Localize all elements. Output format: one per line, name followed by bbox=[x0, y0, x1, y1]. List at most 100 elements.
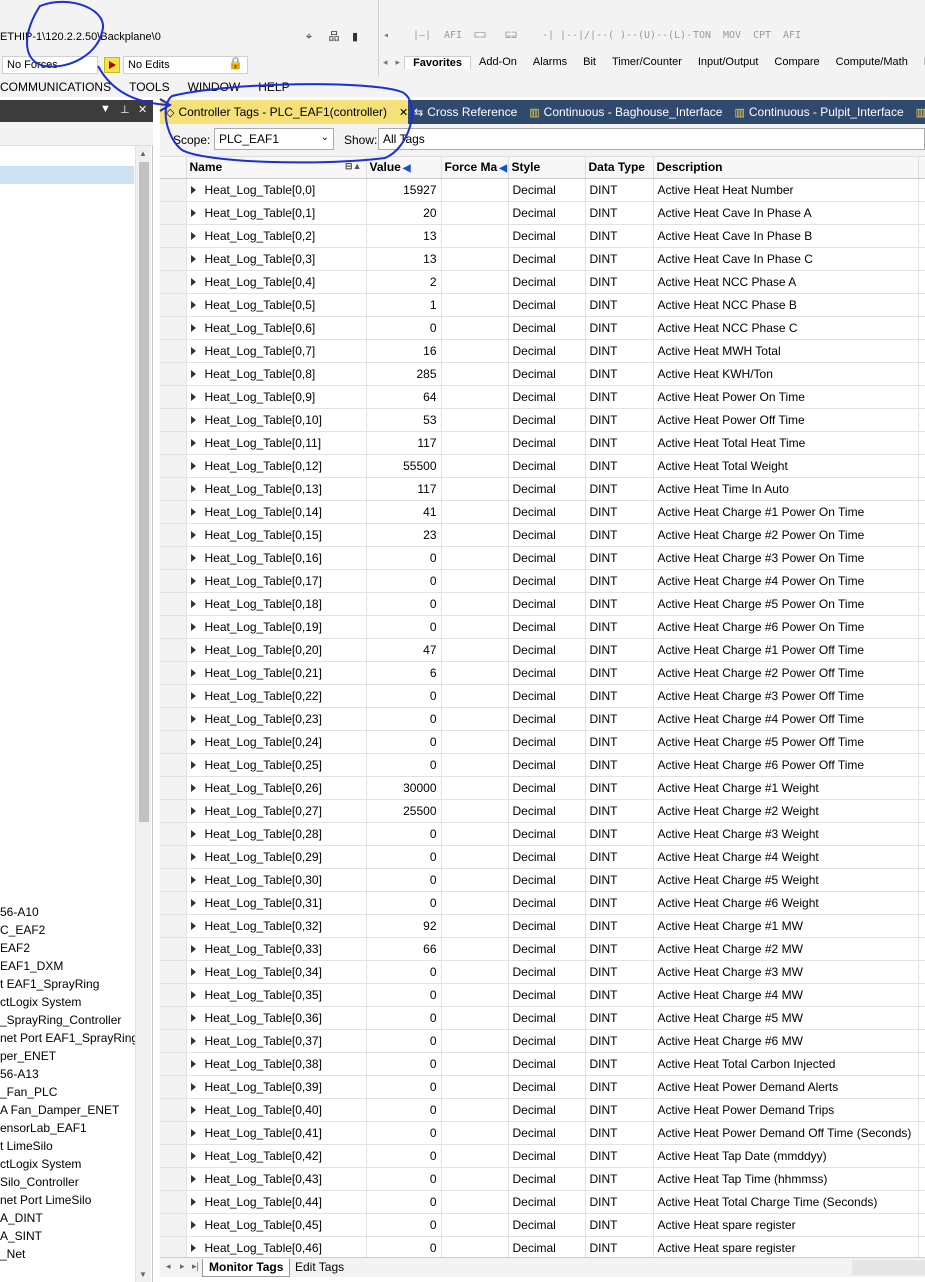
tag-name-cell[interactable]: Heat_Log_Table[0,42] bbox=[186, 1144, 367, 1168]
force-mask-cell[interactable] bbox=[441, 753, 509, 777]
tag-style[interactable]: Decimal bbox=[508, 684, 586, 708]
force-mask-cell[interactable] bbox=[441, 891, 509, 915]
tag-name-cell[interactable]: Heat_Log_Table[0,29] bbox=[186, 845, 367, 869]
tag-name-cell[interactable]: Heat_Log_Table[0,0] bbox=[186, 178, 367, 202]
force-mask-cell[interactable] bbox=[441, 1098, 509, 1122]
tab-monitor-tags[interactable]: Monitor Tags bbox=[202, 1259, 291, 1277]
tag-style[interactable]: Decimal bbox=[508, 431, 586, 455]
table-row[interactable]: Heat_Log_Table[0,31] 0 Decimal DINT Active H… bbox=[160, 891, 925, 915]
tree-item[interactable]: Silo_Controller bbox=[0, 1173, 79, 1191]
row-header[interactable] bbox=[160, 937, 187, 961]
tag-value[interactable]: 6 bbox=[366, 661, 442, 685]
expand-icon[interactable] bbox=[190, 324, 196, 333]
force-mask-cell[interactable] bbox=[441, 408, 509, 432]
expand-icon[interactable] bbox=[190, 830, 196, 839]
force-mask-cell[interactable] bbox=[441, 822, 509, 846]
expand-icon[interactable] bbox=[190, 1083, 196, 1092]
tabs-right-icon[interactable]: ▸ bbox=[392, 57, 405, 68]
expand-icon[interactable] bbox=[190, 462, 196, 471]
tag-style[interactable]: Decimal bbox=[508, 1190, 586, 1214]
tag-name-cell[interactable]: Heat_Log_Table[0,37] bbox=[186, 1029, 367, 1053]
tag-description[interactable]: Active Heat Charge #6 Weight bbox=[653, 891, 919, 915]
row-header[interactable] bbox=[160, 201, 187, 225]
scroll-left-icon[interactable]: ◂ bbox=[383, 30, 389, 41]
tag-description[interactable]: Active Heat Charge #2 Power Off Time bbox=[653, 661, 919, 685]
tag-value[interactable]: 0 bbox=[366, 1029, 442, 1053]
row-header[interactable] bbox=[160, 546, 187, 570]
tag-description[interactable]: Active Heat Total Charge Time (Seconds) bbox=[653, 1190, 919, 1214]
expand-icon[interactable] bbox=[190, 255, 196, 264]
tag-name-cell[interactable]: Heat_Log_Table[0,31] bbox=[186, 891, 367, 915]
tab-close-icon[interactable]: ✕ bbox=[399, 106, 408, 119]
row-header[interactable] bbox=[160, 845, 187, 869]
table-row[interactable]: Heat_Log_Table[0,28] 0 Decimal DINT Active H… bbox=[160, 822, 925, 846]
expand-icon[interactable] bbox=[190, 1221, 196, 1230]
row-header[interactable] bbox=[160, 362, 187, 386]
tag-style[interactable]: Decimal bbox=[508, 1006, 586, 1030]
menu-communications[interactable]: COMMUNICATIONS bbox=[0, 80, 120, 94]
table-row[interactable]: Heat_Log_Table[0,30] 0 Decimal DINT Active H… bbox=[160, 868, 925, 892]
tag-style[interactable]: Decimal bbox=[508, 776, 586, 800]
tree-item[interactable]: A Fan_Damper_ENET bbox=[0, 1101, 119, 1119]
expand-icon[interactable] bbox=[190, 784, 196, 793]
tag-value[interactable]: 0 bbox=[366, 1213, 442, 1237]
tag-description[interactable]: Active Heat NCC Phase C bbox=[653, 316, 919, 340]
expand-icon[interactable] bbox=[190, 899, 196, 908]
instr-ote[interactable]: -( )- bbox=[602, 30, 632, 41]
tag-description[interactable]: Active Heat Power Demand Off Time (Secon… bbox=[653, 1121, 919, 1145]
tag-description[interactable]: Active Heat Power Demand Trips bbox=[653, 1098, 919, 1122]
row-header[interactable] bbox=[160, 1075, 187, 1099]
forces-status[interactable]: No Forces bbox=[2, 56, 98, 74]
tag-description[interactable]: Active Heat Charge #3 MW bbox=[653, 960, 919, 984]
table-row[interactable]: Heat_Log_Table[0,21] 6 Decimal DINT Active H… bbox=[160, 661, 925, 685]
tag-description[interactable]: Active Heat Total Carbon Injected bbox=[653, 1052, 919, 1076]
tag-style[interactable]: Decimal bbox=[508, 1052, 586, 1076]
tag-name-cell[interactable]: Heat_Log_Table[0,17] bbox=[186, 569, 367, 593]
table-row[interactable]: Heat_Log_Table[0,14] 41 Decimal DINT Active … bbox=[160, 500, 925, 524]
tab-more[interactable]: M bbox=[916, 56, 925, 68]
tag-name-cell[interactable]: Heat_Log_Table[0,33] bbox=[186, 937, 367, 961]
force-mask-cell[interactable] bbox=[441, 477, 509, 501]
tag-description[interactable]: Active Heat Charge #3 Weight bbox=[653, 822, 919, 846]
table-row[interactable]: Heat_Log_Table[0,46] 0 Decimal DINT Active H… bbox=[160, 1236, 925, 1257]
tag-description[interactable]: Active Heat Heat Number bbox=[653, 178, 919, 202]
tree-item[interactable]: 56-A10 bbox=[0, 903, 39, 921]
tag-style[interactable]: Decimal bbox=[508, 500, 586, 524]
scroll-down-icon[interactable]: ▼ bbox=[139, 1270, 147, 1279]
row-header[interactable] bbox=[160, 477, 187, 501]
table-row[interactable]: Heat_Log_Table[0,26] 30000 Decimal DINT Acti… bbox=[160, 776, 925, 800]
tag-description[interactable]: Active Heat Charge #3 Power On Time bbox=[653, 546, 919, 570]
tree-item[interactable]: t EAF1_SprayRing bbox=[0, 975, 99, 993]
tag-value[interactable]: 0 bbox=[366, 983, 442, 1007]
tag-description[interactable]: Active Heat Charge #4 Weight bbox=[653, 845, 919, 869]
first-tab-icon[interactable]: ◂ bbox=[166, 1261, 171, 1272]
tag-name-cell[interactable]: Heat_Log_Table[0,38] bbox=[186, 1052, 367, 1076]
row-header[interactable] bbox=[160, 868, 187, 892]
tag-style[interactable]: Decimal bbox=[508, 891, 586, 915]
table-row[interactable]: Heat_Log_Table[0,40] 0 Decimal DINT Active H… bbox=[160, 1098, 925, 1122]
table-row[interactable]: Heat_Log_Table[0,20] 47 Decimal DINT Active … bbox=[160, 638, 925, 662]
expand-icon[interactable] bbox=[190, 209, 196, 218]
expand-icon[interactable] bbox=[190, 1106, 196, 1115]
expand-icon[interactable] bbox=[190, 715, 196, 724]
expand-icon[interactable] bbox=[190, 922, 196, 931]
force-mask-cell[interactable] bbox=[441, 684, 509, 708]
tag-value[interactable]: 285 bbox=[366, 362, 442, 386]
tag-style[interactable]: Decimal bbox=[508, 385, 586, 409]
expand-icon[interactable] bbox=[190, 301, 196, 310]
tree-item[interactable]: ctLogix System bbox=[0, 1155, 81, 1173]
horizontal-scrollbar[interactable] bbox=[852, 1260, 925, 1275]
menu-window[interactable]: WINDOW bbox=[179, 80, 250, 94]
tag-style[interactable]: Decimal bbox=[508, 753, 586, 777]
force-mask-cell[interactable] bbox=[441, 362, 509, 386]
branch-level-icon[interactable]: ⊑⊒ bbox=[505, 30, 517, 41]
tag-description[interactable]: Active Heat Charge #5 MW bbox=[653, 1006, 919, 1030]
force-mask-cell[interactable] bbox=[441, 960, 509, 984]
tag-description[interactable]: Active Heat Cave In Phase A bbox=[653, 201, 919, 225]
tag-style[interactable]: Decimal bbox=[508, 822, 586, 846]
tab-bit[interactable]: Bit bbox=[575, 56, 604, 68]
tag-value[interactable]: 0 bbox=[366, 546, 442, 570]
tab-controller-tags[interactable]: ◇ Controller Tags - PLC_EAF1(controller)… bbox=[160, 100, 408, 124]
tag-name-cell[interactable]: Heat_Log_Table[0,11] bbox=[186, 431, 367, 455]
tree-item[interactable]: EAF2 bbox=[0, 939, 30, 957]
